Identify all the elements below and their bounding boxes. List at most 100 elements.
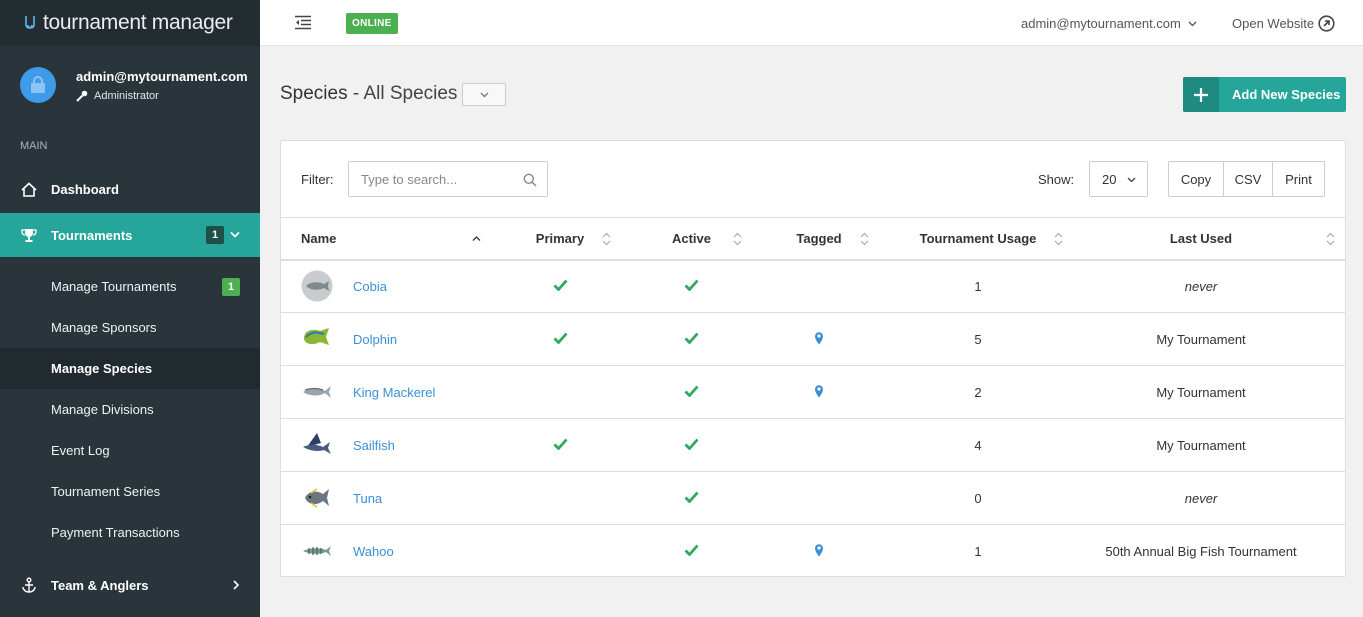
table-row: Wahoo 1 50th Annual Big Fish Tournament (281, 525, 1345, 578)
page-title: Species - All Species (280, 83, 457, 105)
page-title-main: Species (280, 83, 348, 104)
cell-tournament-usage: 1 (974, 543, 982, 559)
cell-name: Wahoo (281, 525, 492, 578)
check-icon (553, 438, 568, 453)
species-view-dropdown[interactable] (462, 83, 506, 106)
open-website-link[interactable]: Open Website (1232, 15, 1335, 32)
sidebar-item-tournament-series[interactable]: Tournament Series (0, 471, 260, 512)
search-input[interactable] (361, 171, 511, 187)
column-header-label: Name (301, 230, 337, 246)
cell-active (628, 471, 755, 525)
sidebar-item-label: Tournaments (51, 227, 133, 243)
user-role: Administrator (76, 90, 248, 102)
sidebar-item-manage-species[interactable]: Manage Species (0, 348, 260, 389)
cobia-fish-icon (301, 270, 333, 302)
add-new-species-button[interactable]: Add New Species (1183, 77, 1346, 112)
cell-active (628, 418, 755, 472)
sidebar-item-label: Manage Species (51, 361, 153, 376)
user-role-label: Administrator (94, 89, 159, 102)
tuna-fish-icon (301, 482, 333, 514)
cell-tournament-usage: 4 (883, 418, 1073, 472)
csv-button[interactable]: CSV (1224, 162, 1273, 196)
chevron-down-icon (230, 231, 240, 238)
species-name-link[interactable]: Sailfish (353, 438, 395, 453)
user-panel: admin@mytournament.com Administrator (0, 46, 260, 124)
check-icon (684, 332, 699, 347)
cell-primary (492, 365, 628, 419)
print-button[interactable]: Print (1273, 162, 1324, 196)
sidebar-item-payment-transactions[interactable]: Payment Transactions (0, 512, 260, 553)
cell-last-used: My Tournament (1073, 365, 1345, 419)
table-header-row: Name Primary Active Tagged Tournament Us… (281, 217, 1345, 261)
copy-button[interactable]: Copy (1169, 162, 1224, 196)
cell-active (628, 365, 755, 419)
sidebar-item-manage-tournaments[interactable]: Manage Tournaments 1 (0, 266, 260, 307)
map-pin-icon (814, 331, 824, 348)
species-name-link[interactable]: Dolphin (353, 332, 397, 347)
topbar: ONLINE admin@mytournament.com Open Websi… (260, 0, 1363, 46)
plus-icon (1183, 77, 1219, 112)
column-header-primary[interactable]: Primary (492, 217, 628, 261)
column-header-active[interactable]: Active (628, 217, 755, 261)
sidebar-item-tournaments[interactable]: Tournaments 1 (0, 213, 260, 257)
sidebar-item-label: Payment Transactions (51, 525, 180, 540)
species-panel: Filter: Show: 20 Copy CSV Print Name Pri… (280, 140, 1346, 577)
species-name-link[interactable]: King Mackerel (353, 385, 435, 400)
table-row: King Mackerel 2 My Tournament (281, 365, 1345, 419)
column-header-tournament-usage[interactable]: Tournament Usage (883, 217, 1073, 261)
logo[interactable]: tournament manager (0, 0, 260, 46)
column-header-label: Tagged (796, 230, 842, 246)
open-website-label: Open Website (1232, 16, 1315, 31)
sidebar-item-label: Team & Anglers (51, 577, 149, 593)
cell-last-used: 50th Annual Big Fish Tournament (1105, 543, 1297, 559)
cell-tagged (755, 365, 883, 419)
sidebar: tournament manager admin@mytournament.co… (0, 0, 260, 617)
species-name-link[interactable]: Cobia (353, 279, 387, 294)
cell-last-used: My Tournament (1073, 312, 1345, 366)
table-row: Tuna 0 never (281, 471, 1345, 525)
check-icon (553, 332, 568, 347)
sidebar-item-label: Manage Sponsors (51, 320, 157, 335)
check-icon (684, 385, 699, 400)
account-dropdown[interactable]: admin@mytournament.com (1021, 16, 1197, 31)
wahoo-fish-icon (301, 535, 333, 567)
cell-last-used: My Tournament (1073, 418, 1345, 472)
cell-tournament-usage: 2 (883, 365, 1073, 419)
sort-icon (1054, 232, 1063, 246)
nav-section-label: MAIN (20, 140, 48, 152)
sidebar-item-label: Event Log (51, 443, 110, 458)
species-name-link[interactable]: Tuna (353, 491, 382, 506)
sort-icon (1326, 232, 1335, 246)
column-header-tagged[interactable]: Tagged (755, 217, 883, 261)
sidebar-item-event-log[interactable]: Event Log (0, 430, 260, 471)
sidebar-item-dashboard[interactable]: Dashboard (0, 167, 260, 211)
cell-active (628, 525, 755, 578)
sort-ascending-icon (472, 236, 481, 241)
cell-name: Tuna (281, 471, 492, 525)
show-label: Show: (1038, 172, 1075, 187)
sort-icon (733, 232, 742, 246)
sidebar-toggle-icon[interactable] (294, 15, 312, 30)
app-title: tournament manager (43, 11, 233, 34)
sidebar-item-manage-sponsors[interactable]: Manage Sponsors (0, 307, 260, 348)
search-icon (523, 173, 537, 187)
sidebar-item-team-anglers[interactable]: Team & Anglers (0, 563, 260, 607)
dolphin-fish-icon (301, 323, 333, 355)
column-header-name[interactable]: Name (281, 217, 492, 261)
cell-primary (492, 418, 628, 472)
sidebar-item-manage-divisions[interactable]: Manage Divisions (0, 389, 260, 430)
export-button-group: Copy CSV Print (1168, 161, 1325, 197)
cell-primary (492, 312, 628, 366)
search-box (348, 161, 548, 197)
page-title-subtitle: - All Species (352, 83, 458, 104)
sidebar-item-label: Tournament Series (51, 484, 161, 499)
cell-name: Cobia (281, 259, 492, 313)
table-row: Cobia 1 never (281, 259, 1345, 313)
column-header-last-used[interactable]: Last Used (1073, 217, 1345, 261)
species-name-link[interactable]: Wahoo (353, 544, 394, 559)
filter-label: Filter: (301, 172, 334, 187)
cell-active (628, 312, 755, 366)
cell-tagged (755, 312, 883, 366)
page-size-select[interactable]: 20 (1089, 161, 1148, 197)
cell-name: King Mackerel (281, 365, 492, 419)
